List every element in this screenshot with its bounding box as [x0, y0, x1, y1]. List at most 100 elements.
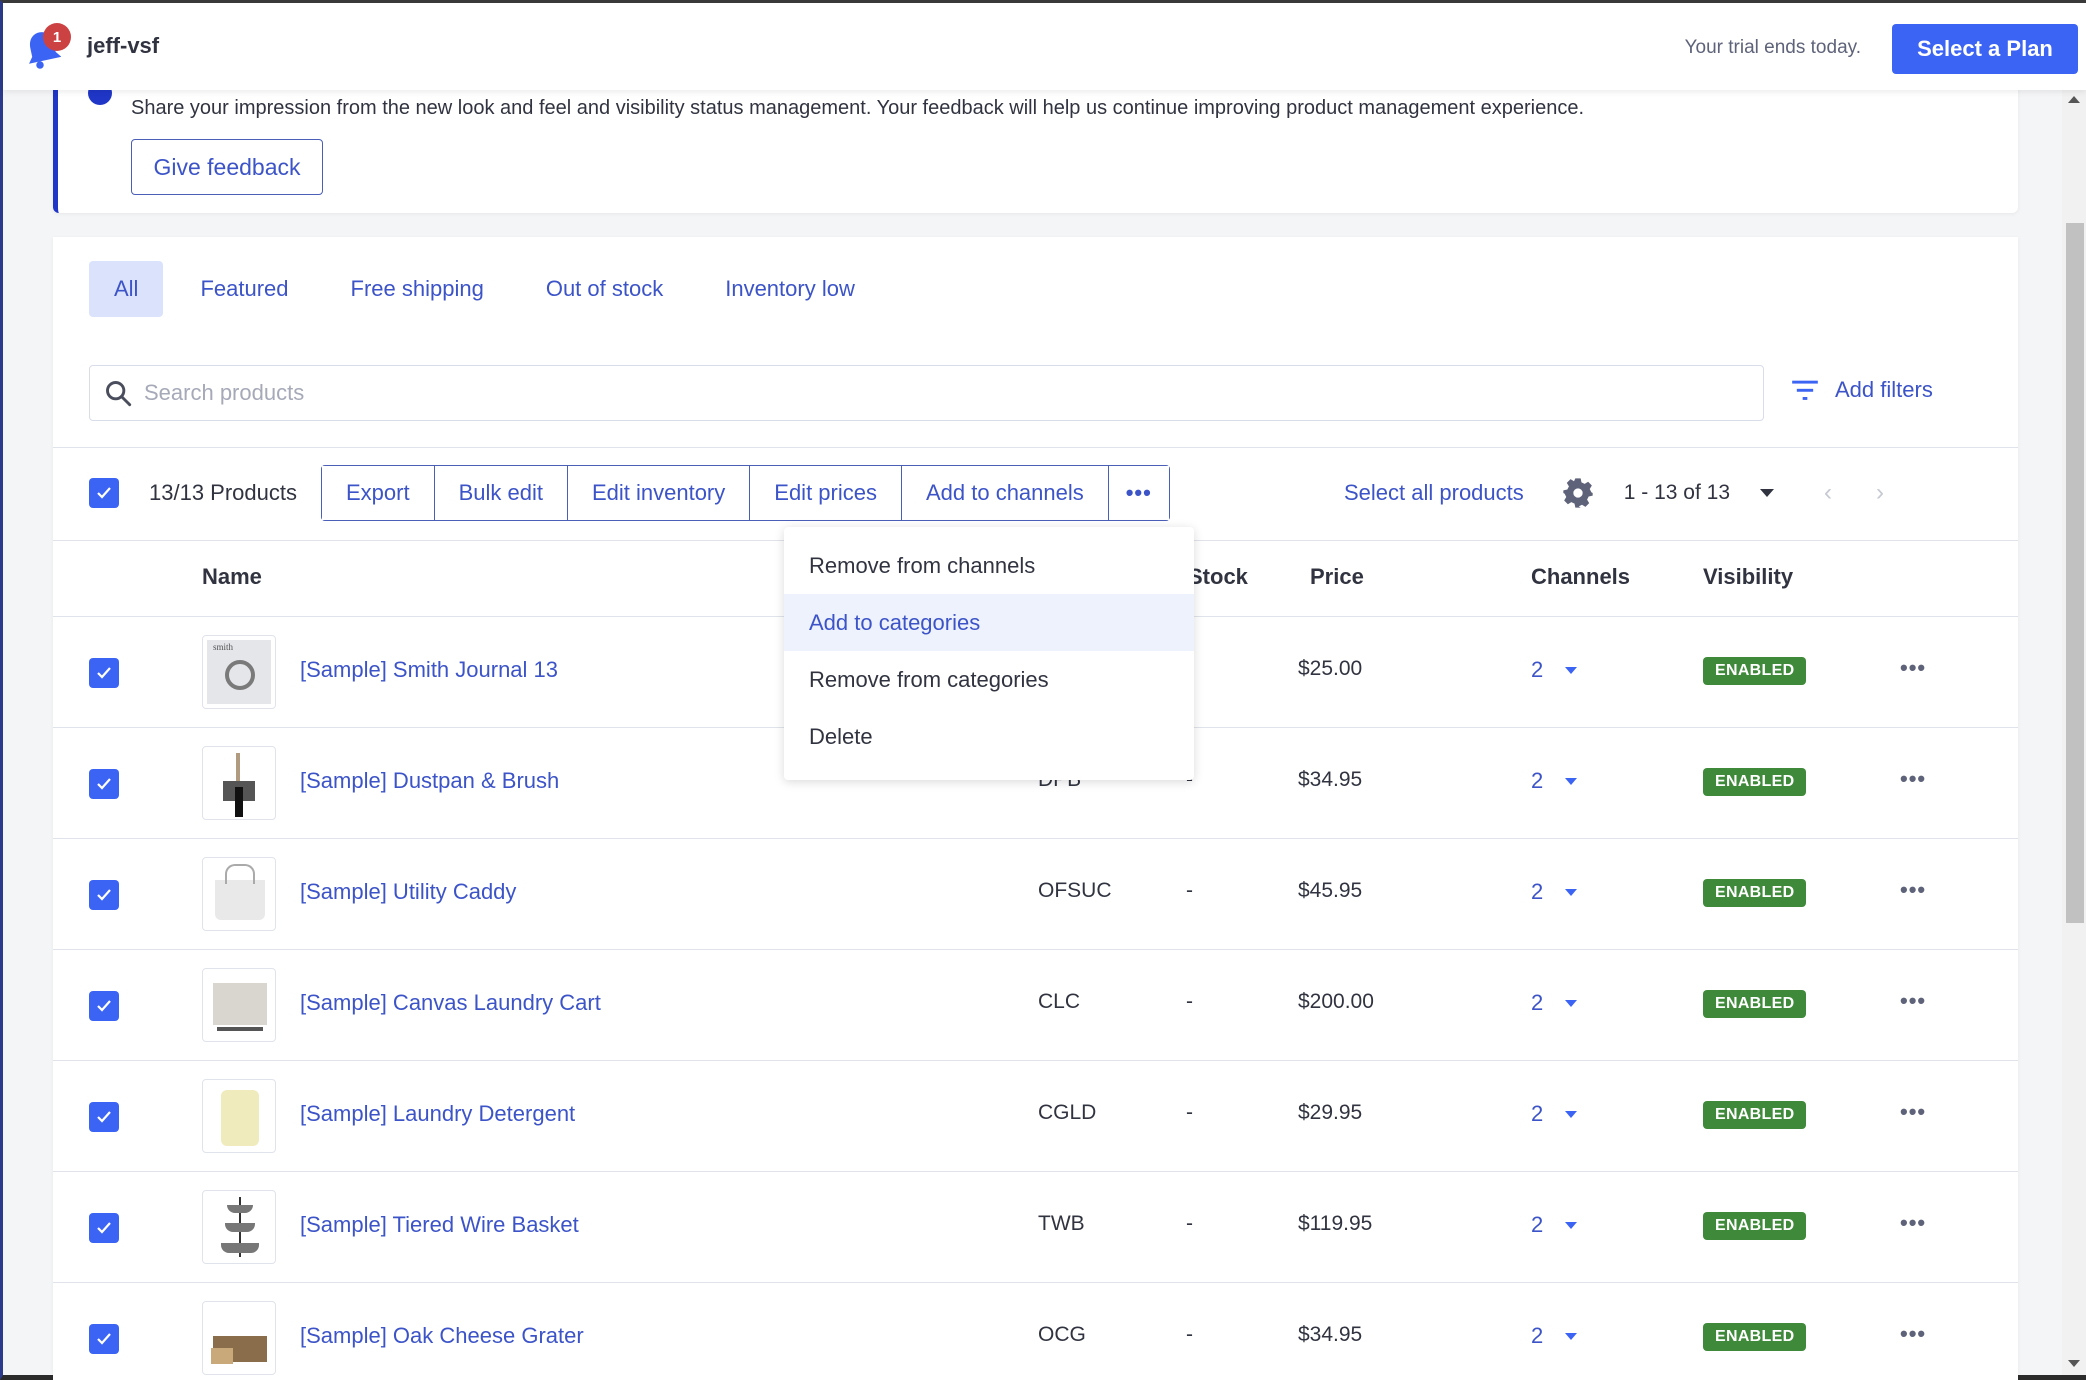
channels-dropdown[interactable]: 2: [1531, 657, 1577, 683]
notification-badge: 1: [43, 23, 71, 51]
caret-down-icon: [1565, 778, 1577, 785]
visibility-badge: ENABLED: [1703, 879, 1806, 907]
channels-dropdown[interactable]: 2: [1531, 879, 1577, 905]
scroll-thumb[interactable]: [2066, 223, 2084, 923]
product-row: [Sample] Canvas Laundry CartCLC-$200.002…: [53, 949, 2018, 1060]
row-actions-button[interactable]: •••: [1900, 1321, 1926, 1347]
row-actions-button[interactable]: •••: [1900, 988, 1926, 1014]
row-checkbox[interactable]: [89, 1102, 119, 1132]
product-name-link[interactable]: [Sample] Laundry Detergent: [300, 1101, 575, 1127]
channel-count: 2: [1531, 879, 1543, 905]
caret-down-icon: [1565, 1000, 1577, 1007]
product-sku: OCG: [1038, 1323, 1086, 1347]
channels-dropdown[interactable]: 2: [1531, 1212, 1577, 1238]
menu-item-remove-from-categories[interactable]: Remove from categories: [784, 651, 1194, 708]
row-checkbox[interactable]: [89, 1324, 119, 1354]
channel-count: 2: [1531, 1323, 1543, 1349]
select-plan-button[interactable]: Select a Plan: [1892, 24, 2078, 74]
product-price: $34.95: [1298, 1323, 1362, 1347]
checkmark-icon: [94, 885, 114, 905]
trial-notice: Your trial ends today.: [1685, 37, 1861, 59]
tab-all[interactable]: All: [89, 261, 163, 317]
channels-dropdown[interactable]: 2: [1531, 1101, 1577, 1127]
row-actions-button[interactable]: •••: [1900, 1099, 1926, 1125]
row-checkbox[interactable]: [89, 991, 119, 1021]
checkmark-icon: [94, 1218, 114, 1238]
product-row: [Sample] Tiered Wire BasketTWB-$119.952E…: [53, 1171, 2018, 1282]
channels-dropdown[interactable]: 2: [1531, 768, 1577, 794]
scroll-up-arrow-icon[interactable]: [2068, 96, 2080, 103]
per-page-dropdown-icon[interactable]: [1760, 489, 1774, 497]
product-row: [Sample] Laundry DetergentCGLD-$29.952EN…: [53, 1060, 2018, 1171]
product-name-link[interactable]: [Sample] Canvas Laundry Cart: [300, 990, 601, 1016]
give-feedback-button[interactable]: Give feedback: [131, 139, 323, 195]
channel-count: 2: [1531, 990, 1543, 1016]
select-all-checkbox[interactable]: [89, 478, 119, 508]
page-scrollbar[interactable]: [2062, 90, 2086, 1375]
product-stock: -: [1186, 1101, 1193, 1125]
product-sku: CLC: [1038, 990, 1080, 1014]
select-all-products-link[interactable]: Select all products: [1344, 480, 1524, 506]
more-actions-button[interactable]: •••: [1109, 466, 1169, 520]
gear-icon[interactable]: [1562, 477, 1594, 509]
tab-inventory-low[interactable]: Inventory low: [700, 261, 880, 317]
menu-item-add-to-categories[interactable]: Add to categories: [784, 594, 1194, 651]
row-actions-button[interactable]: •••: [1900, 655, 1926, 681]
column-header-stock[interactable]: Stock: [1188, 564, 1248, 590]
product-thumbnail[interactable]: [202, 1079, 276, 1153]
scroll-down-arrow-icon[interactable]: [2068, 1360, 2080, 1367]
bulk-edit-button[interactable]: Bulk edit: [435, 466, 568, 520]
row-checkbox[interactable]: [89, 880, 119, 910]
product-thumbnail[interactable]: [202, 857, 276, 931]
caret-down-icon: [1565, 1333, 1577, 1340]
visibility-badge: ENABLED: [1703, 990, 1806, 1018]
product-name-link[interactable]: [Sample] Dustpan & Brush: [300, 768, 559, 794]
visibility-badge: ENABLED: [1703, 1212, 1806, 1240]
product-thumbnail[interactable]: smith: [202, 635, 276, 709]
prev-page-icon[interactable]: ‹: [1824, 479, 1832, 507]
channel-count: 2: [1531, 1101, 1543, 1127]
product-name-link[interactable]: [Sample] Smith Journal 13: [300, 657, 558, 683]
tab-out-of-stock[interactable]: Out of stock: [521, 261, 688, 317]
add-to-channels-button[interactable]: Add to channels: [902, 466, 1109, 520]
product-thumbnail[interactable]: [202, 968, 276, 1042]
add-filters-button[interactable]: Add filters: [1791, 377, 1933, 403]
caret-down-icon: [1565, 667, 1577, 674]
product-thumbnail[interactable]: [202, 1301, 276, 1375]
row-actions-button[interactable]: •••: [1900, 1210, 1926, 1236]
edit-inventory-button[interactable]: Edit inventory: [568, 466, 750, 520]
export-button[interactable]: Export: [322, 466, 435, 520]
product-name-link[interactable]: [Sample] Tiered Wire Basket: [300, 1212, 579, 1238]
visibility-badge: ENABLED: [1703, 1323, 1806, 1351]
product-sku: TWB: [1038, 1212, 1085, 1236]
tab-free-shipping[interactable]: Free shipping: [326, 261, 509, 317]
product-price: $29.95: [1298, 1101, 1362, 1125]
product-thumbnail[interactable]: [202, 1190, 276, 1264]
menu-item-remove-from-channels[interactable]: Remove from channels: [784, 537, 1194, 594]
search-input[interactable]: [144, 380, 1763, 406]
row-checkbox[interactable]: [89, 658, 119, 688]
product-name-link[interactable]: [Sample] Oak Cheese Grater: [300, 1323, 584, 1349]
column-header-name[interactable]: Name: [202, 564, 262, 590]
channel-count: 2: [1531, 1212, 1543, 1238]
product-name-link[interactable]: [Sample] Utility Caddy: [300, 879, 516, 905]
checkmark-icon: [94, 663, 114, 683]
visibility-badge: ENABLED: [1703, 657, 1806, 685]
row-checkbox[interactable]: [89, 769, 119, 799]
column-header-price[interactable]: Price: [1310, 564, 1364, 590]
pagination-text: 1 - 13 of 13: [1624, 481, 1730, 505]
row-checkbox[interactable]: [89, 1213, 119, 1243]
notifications-button[interactable]: 1: [25, 23, 69, 71]
channels-dropdown[interactable]: 2: [1531, 990, 1577, 1016]
row-actions-button[interactable]: •••: [1900, 877, 1926, 903]
bulk-action-buttons: ExportBulk editEdit inventoryEdit prices…: [321, 465, 1170, 521]
product-price: $45.95: [1298, 879, 1362, 903]
menu-item-delete[interactable]: Delete: [784, 708, 1194, 765]
tab-featured[interactable]: Featured: [175, 261, 313, 317]
row-actions-button[interactable]: •••: [1900, 766, 1926, 792]
next-page-icon[interactable]: ›: [1876, 479, 1884, 507]
channels-dropdown[interactable]: 2: [1531, 1323, 1577, 1349]
search-bar[interactable]: [89, 365, 1764, 421]
edit-prices-button[interactable]: Edit prices: [750, 466, 902, 520]
product-thumbnail[interactable]: [202, 746, 276, 820]
